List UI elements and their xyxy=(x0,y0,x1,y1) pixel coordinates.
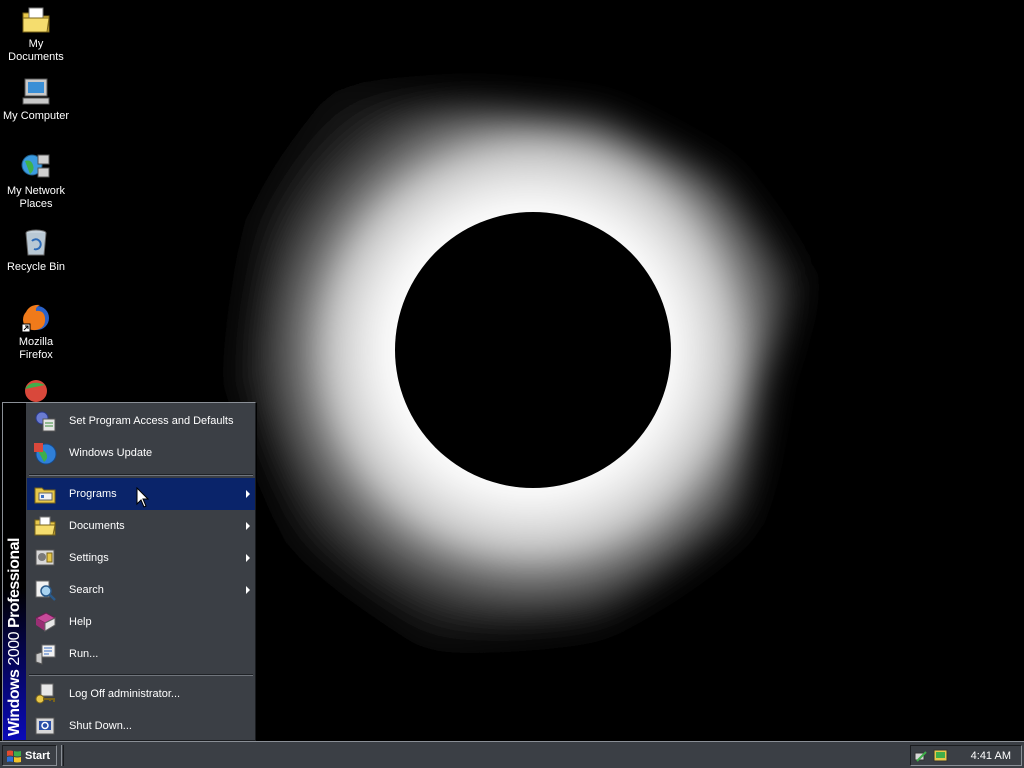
desktop-icon-my-network-places[interactable]: My Network Places xyxy=(0,151,72,211)
start-button[interactable]: Start xyxy=(2,745,57,766)
recycle-bin-icon xyxy=(25,229,47,256)
desktop-icon-mozilla-firefox[interactable]: Mozilla Firefox xyxy=(0,302,72,362)
desktop-icon-label: Recycle Bin xyxy=(6,261,66,273)
computer-icon xyxy=(22,78,50,105)
program-access-icon xyxy=(35,411,56,432)
menu-item-label: Search xyxy=(69,584,104,596)
menu-item-search[interactable]: Search xyxy=(27,574,255,606)
menu-item-label: Run... xyxy=(69,648,99,660)
menu-item-label: Programs xyxy=(69,488,117,500)
help-book-icon xyxy=(34,612,57,632)
taskbar-clock[interactable]: 4:41 AM xyxy=(971,750,1011,762)
menu-separator xyxy=(29,674,253,676)
menu-item-label: Set Program Access and Defaults xyxy=(69,415,234,427)
desktop-icon-label: Mozilla Firefox xyxy=(18,336,54,361)
shut-down-icon xyxy=(35,717,55,735)
menu-item-log-off[interactable]: Log Off administrator... xyxy=(27,678,255,710)
menu-item-settings[interactable]: Settings xyxy=(27,542,255,574)
display-tray-icon[interactable] xyxy=(933,748,949,764)
network-tray-icon[interactable] xyxy=(914,748,930,764)
desktop-icon-label: My Network Places xyxy=(6,185,66,210)
banner-windows: Windows xyxy=(6,669,23,736)
menu-item-windows-update[interactable]: Windows Update xyxy=(27,437,255,469)
menu-item-run[interactable]: Run... xyxy=(27,638,255,670)
network-places-icon xyxy=(21,154,50,178)
settings-icon xyxy=(35,549,55,566)
taskbar-separator xyxy=(61,745,64,766)
menu-separator xyxy=(29,474,253,476)
banner-edition: Professional xyxy=(6,537,23,628)
search-icon xyxy=(35,580,56,601)
desktop-icon-my-computer[interactable]: My Computer xyxy=(0,76,72,123)
desktop-icon-my-documents[interactable]: My Documents xyxy=(0,4,72,64)
programs-icon xyxy=(34,487,56,504)
start-button-label: Start xyxy=(25,749,51,762)
banner-version: 2000 xyxy=(6,631,23,666)
menu-item-label: Windows Update xyxy=(69,447,153,459)
desktop-icon-recycle-bin[interactable]: Recycle Bin xyxy=(0,227,72,274)
log-off-key-icon xyxy=(35,683,55,704)
menu-item-set-program-access[interactable]: Set Program Access and Defaults xyxy=(27,405,255,437)
firefox-icon xyxy=(21,304,49,333)
menu-item-label: Documents xyxy=(69,520,125,532)
menu-item-label: Shut Down... xyxy=(69,720,132,732)
menu-item-label: Log Off administrator... xyxy=(69,688,181,700)
windows-update-icon xyxy=(34,443,57,465)
submenu-arrow-icon xyxy=(246,490,250,498)
documents-folder-icon xyxy=(34,516,56,536)
run-icon xyxy=(35,644,56,665)
menu-item-shut-down[interactable]: Shut Down... xyxy=(27,710,255,742)
start-menu: Windows 2000 Professional Set Program Ac… xyxy=(2,402,256,741)
submenu-arrow-icon xyxy=(246,522,250,530)
start-menu-banner: Windows 2000 Professional xyxy=(3,403,26,740)
menu-item-label: Settings xyxy=(69,552,109,564)
menu-item-programs[interactable]: Programs xyxy=(27,478,255,510)
system-tray: 4:41 AM xyxy=(910,745,1022,766)
taskbar: Start 4:41 AM xyxy=(0,741,1024,768)
folder-documents-icon xyxy=(22,7,50,33)
menu-item-help[interactable]: Help xyxy=(27,606,255,638)
desktop-icon-label: My Documents xyxy=(8,38,64,63)
menu-item-label: Help xyxy=(69,616,92,628)
menu-item-documents[interactable]: Documents xyxy=(27,510,255,542)
windows-flag-icon xyxy=(7,750,21,762)
submenu-arrow-icon xyxy=(246,586,250,594)
desktop-icon-label: My Computer xyxy=(2,110,70,122)
submenu-arrow-icon xyxy=(246,554,250,562)
